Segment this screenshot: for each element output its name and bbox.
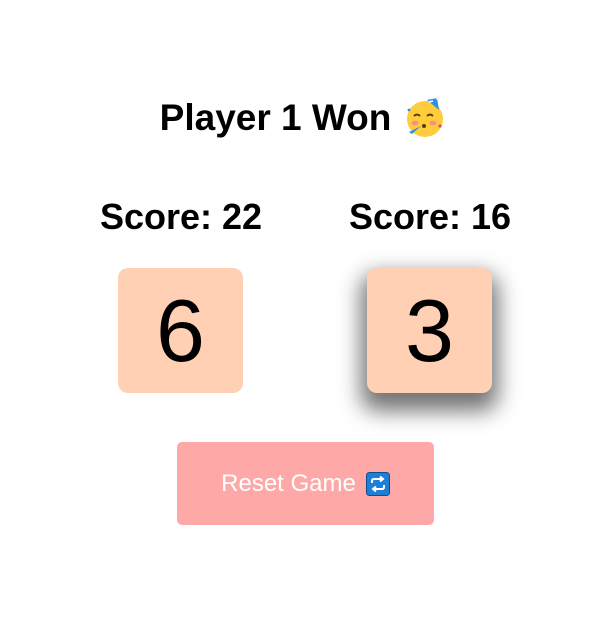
player-2-score: Score: 16 (348, 196, 512, 237)
player-1-score: Score: 22 (99, 196, 263, 237)
partying-face-icon (407, 96, 444, 137)
player-1-panel: Score: 22 6 (56, 192, 306, 393)
repeat-icon (365, 471, 390, 496)
game-status-text: Player 1 Won (159, 97, 392, 138)
player-1-die: 6 (118, 268, 243, 393)
player-2-panel: Score: 16 3 (305, 192, 555, 393)
player-2-die: 3 (367, 268, 492, 393)
reset-game-button[interactable]: Reset Game (177, 442, 434, 525)
game-status-heading: Player 1 Won (0, 92, 607, 144)
reset-game-label: Reset Game (221, 469, 356, 497)
